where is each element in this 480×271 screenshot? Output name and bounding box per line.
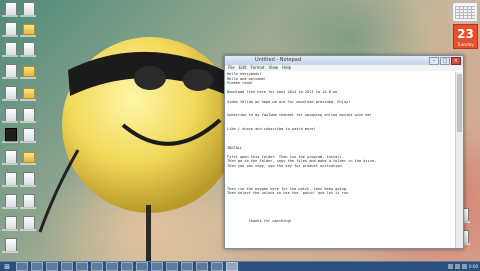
clock-time: 0:00 (469, 263, 478, 269)
desktop-icon[interactable] (2, 64, 18, 82)
volume-icon[interactable] (455, 264, 461, 269)
calendar-gadget[interactable]: 23 Tuesday (453, 24, 478, 49)
desktop-icon[interactable] (20, 194, 36, 212)
calendar-day: 23 (457, 27, 474, 41)
desktop-icon[interactable] (20, 172, 36, 190)
minimize-button[interactable]: – (429, 57, 439, 65)
menu-view[interactable]: View (269, 65, 279, 71)
flag-icon[interactable] (462, 264, 468, 269)
mini-calendar-gadget[interactable] (452, 2, 478, 22)
menu-edit[interactable]: Edit (239, 65, 247, 71)
desktop-icon[interactable] (2, 150, 18, 168)
folder-icon[interactable] (20, 22, 36, 40)
menu-help[interactable]: Help (282, 65, 291, 71)
app-icon[interactable] (2, 128, 18, 146)
network-icon[interactable] (448, 264, 454, 269)
notepad-window[interactable]: Untitled - Notepad – □ × File Edit Forma… (224, 55, 464, 249)
folder-icon[interactable] (20, 64, 36, 82)
window-titlebar[interactable]: Untitled - Notepad – □ × (225, 56, 463, 65)
desktop-icon[interactable] (20, 2, 36, 20)
menu-file[interactable]: File (228, 65, 235, 71)
desktop-icon[interactable] (20, 128, 36, 146)
desktop-icon[interactable] (2, 108, 18, 126)
folder-icon[interactable] (20, 86, 36, 104)
desktop-icon[interactable] (2, 86, 18, 104)
desktop-icon[interactable] (2, 42, 18, 60)
desktop-icon[interactable] (20, 42, 36, 60)
close-button[interactable]: × (451, 57, 461, 65)
desktop-icon[interactable] (2, 238, 18, 256)
start-button[interactable]: ⊞ (1, 263, 13, 271)
desktop-icon[interactable] (2, 172, 18, 190)
desktop-icon[interactable] (2, 22, 18, 40)
system-tray: 0:00 (448, 263, 478, 270)
text-line (227, 242, 455, 246)
window-title: Untitled - Notepad (255, 57, 302, 63)
maximize-button[interactable]: □ (440, 57, 450, 65)
clock[interactable]: 0:00 (469, 263, 478, 269)
desktop-icon[interactable] (20, 216, 36, 234)
desktop-icon[interactable] (20, 108, 36, 126)
text-editor-area[interactable]: Hello everybody! Hello and welcome! Please… (227, 72, 455, 246)
scrollbar-thumb[interactable] (457, 74, 462, 132)
desktop-icon[interactable] (2, 2, 18, 20)
desktop-icon[interactable] (2, 216, 18, 234)
vertical-scrollbar[interactable] (455, 72, 463, 248)
menu-format[interactable]: Format (250, 65, 264, 71)
calendar-weekday: Tuesday (457, 42, 474, 47)
menu-bar: File Edit Format View Help (225, 65, 463, 71)
folder-icon[interactable] (20, 150, 36, 168)
desktop-icon[interactable] (2, 194, 18, 212)
